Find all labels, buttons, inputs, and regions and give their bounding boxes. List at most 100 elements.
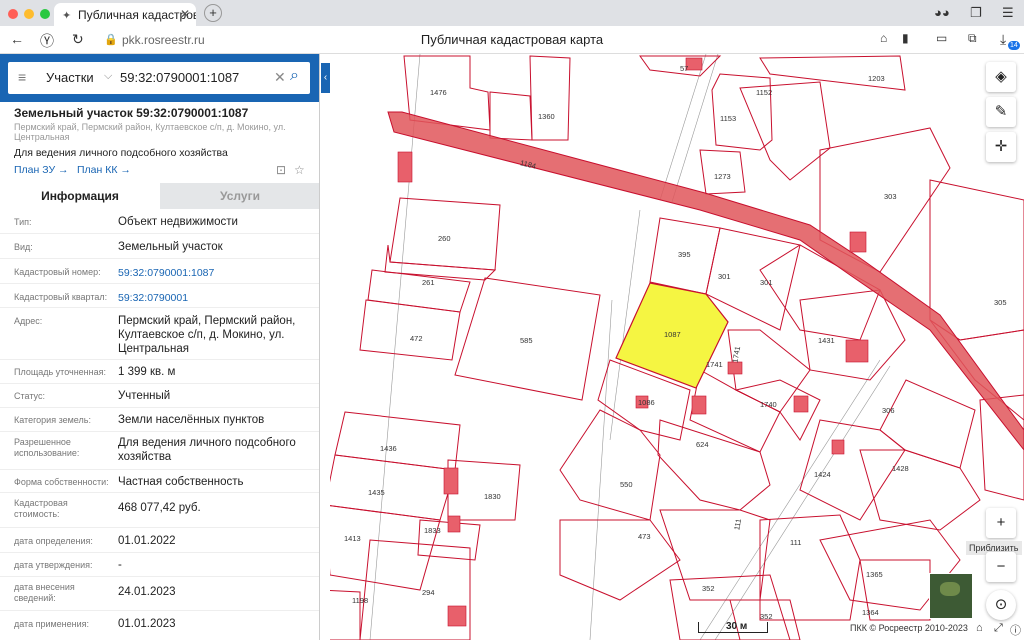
- field-label: дата внесения сведений:: [14, 582, 75, 603]
- measure-button[interactable]: ✎: [986, 97, 1016, 127]
- parcel-label: 294: [422, 588, 435, 597]
- minus-icon: −: [996, 558, 1006, 575]
- parcel-label: 1184: [519, 158, 537, 171]
- scale-label: 30 м: [726, 621, 748, 632]
- parcel-label: 301: [718, 272, 731, 281]
- hamburger-icon[interactable]: ≡: [18, 69, 26, 85]
- rosreestr-favicon-icon: ✦: [62, 10, 72, 22]
- compass-button[interactable]: ⊙: [986, 590, 1016, 620]
- zoom-to-object-icon[interactable]: ⊡: [276, 163, 286, 177]
- object-title: Земельный участок 59:32:0790001:1087: [14, 106, 249, 120]
- field-value: 24.01.2023: [118, 586, 176, 598]
- parcel-label: 57: [680, 64, 689, 73]
- layers-button[interactable]: ◈: [986, 62, 1016, 92]
- ruler-icon: ✎: [994, 103, 1008, 120]
- table-row: Категория земель: Земли населённых пункт…: [0, 408, 319, 432]
- clear-icon[interactable]: ✕: [274, 69, 286, 86]
- parcel-label: 585: [520, 336, 533, 345]
- back-arrow-icon[interactable]: ←: [10, 31, 24, 47]
- menu-icon[interactable]: ☰: [1002, 5, 1014, 21]
- star-icon[interactable]: ☆: [294, 163, 305, 177]
- tab-information[interactable]: Информация: [0, 183, 160, 209]
- download-icon[interactable]: ⤓: [1000, 31, 1006, 48]
- zoom-out-button[interactable]: −: [986, 552, 1016, 582]
- chevron-down-icon[interactable]: ⌵: [104, 70, 112, 83]
- new-tab-button[interactable]: +: [204, 4, 222, 22]
- parcel-label: 301: [760, 278, 773, 287]
- cadastral-number-link[interactable]: 59:32:0790001:1087: [118, 266, 314, 280]
- maximize-window-button[interactable]: [40, 9, 50, 19]
- tab-services[interactable]: Услуги: [160, 183, 319, 209]
- field-value: Учтенный: [118, 390, 171, 402]
- parcel-label: 1431: [818, 336, 835, 345]
- bookmark-icon[interactable]: ▮: [902, 31, 909, 45]
- cadastral-map[interactable]: 57 1203 1476 1360 1153 1152 1184 1273 30…: [330, 54, 1024, 640]
- parcel-label: 1476: [430, 88, 447, 97]
- field-label: дата определения:: [14, 536, 93, 546]
- field-label: Тип:: [14, 217, 32, 227]
- parcel-label: 1741: [706, 360, 723, 369]
- table-row: Вид: Земельный участок: [0, 234, 319, 259]
- tabs-icon[interactable]: ❐: [970, 5, 982, 21]
- table-row: дата внесения сведений: 24.01.2023: [0, 577, 319, 611]
- field-value: 01.01.2023: [118, 618, 176, 630]
- extensions-icon[interactable]: ⧉: [968, 31, 977, 46]
- address-bar[interactable]: pkk.rosreestr.ru: [122, 33, 205, 47]
- search-type-select[interactable]: Участки: [46, 70, 94, 85]
- search-input[interactable]: 59:32:0790001:1087: [120, 70, 239, 85]
- parcel-label: 1424: [814, 470, 831, 479]
- field-label: Кадастровый номер:: [14, 267, 101, 277]
- table-row: Кадастровый квартал: 59:32:0790001: [0, 284, 319, 308]
- table-row: Разрешенное использование: Для ведения л…: [0, 432, 319, 470]
- field-label: Кадастровая стоимость:: [14, 498, 68, 519]
- zoom-in-button[interactable]: +: [986, 508, 1016, 538]
- yandex-icon[interactable]: Ⓨ: [40, 31, 54, 51]
- close-tab-icon[interactable]: ✕: [180, 7, 190, 21]
- parcel-label: 305: [994, 298, 1007, 307]
- locate-button[interactable]: ✛: [986, 132, 1016, 162]
- field-label: Статус:: [14, 391, 45, 401]
- browser-tab[interactable]: ✦ Публичная кадастровая ✕: [54, 3, 196, 26]
- field-value: Частная собственность: [118, 476, 244, 488]
- plan-zu-link[interactable]: План ЗУ →: [14, 164, 69, 176]
- info-icon[interactable]: ⓘ: [1010, 622, 1021, 638]
- parcel-label: 1830: [484, 492, 501, 501]
- object-address: Пермский край, Пермский район, Култаевск…: [14, 122, 286, 142]
- satellite-minimap[interactable]: [929, 573, 973, 619]
- plan-zu-label: План ЗУ: [14, 164, 56, 176]
- minimize-window-button[interactable]: [24, 9, 34, 19]
- compass-icon: ⊙: [994, 596, 1008, 613]
- browser-tab-strip: ✦ Публичная кадастровая ✕ + ◕◕ ❐ ☰: [0, 0, 1024, 26]
- parcel-labels: 57 1203 1476 1360 1153 1152 1184 1273 30…: [330, 54, 1024, 640]
- parcel-label: 395: [678, 250, 691, 259]
- field-label: Адрес:: [14, 316, 43, 326]
- parcel-label: 303: [884, 192, 897, 201]
- lock-icon: 🔒: [104, 34, 118, 46]
- reload-icon[interactable]: ↻: [72, 31, 84, 48]
- parcel-label: 1152: [756, 88, 773, 97]
- search-icon[interactable]: ⌕: [290, 67, 299, 85]
- incognito-icon[interactable]: ◕◕: [934, 5, 950, 20]
- table-row: Статус: Учтенный: [0, 384, 319, 408]
- field-value: Земли населённых пунктов: [118, 414, 265, 426]
- translate-icon[interactable]: ⌂: [880, 31, 887, 45]
- parcel-label: 1741: [730, 345, 743, 364]
- parcel-label: 111: [790, 538, 802, 547]
- battery-icon: ▭: [936, 31, 948, 45]
- cadastral-quarter-link[interactable]: 59:32:0790001: [118, 291, 314, 305]
- plus-icon: +: [996, 514, 1006, 531]
- parcel-label: 1360: [538, 112, 555, 121]
- field-value: Земельный участок: [118, 241, 223, 253]
- table-row: Кадастровый номер: 59:32:0790001:1087: [0, 259, 319, 284]
- field-label: Разрешенное использование:: [14, 437, 80, 458]
- parcel-label: 1436: [380, 444, 397, 453]
- home-icon[interactable]: ⌂: [976, 622, 983, 634]
- plan-kk-label: План КК: [77, 164, 118, 176]
- parcel-label: 306: [882, 406, 895, 415]
- plan-kk-link[interactable]: План КК →: [77, 164, 131, 176]
- table-row: Тип: Объект недвижимости: [0, 210, 319, 234]
- collapse-panel-button[interactable]: ‹: [321, 63, 330, 93]
- info-tabs: Информация Услуги: [0, 183, 319, 209]
- close-window-button[interactable]: [8, 9, 18, 19]
- fullscreen-icon[interactable]: ⤢: [994, 622, 1003, 635]
